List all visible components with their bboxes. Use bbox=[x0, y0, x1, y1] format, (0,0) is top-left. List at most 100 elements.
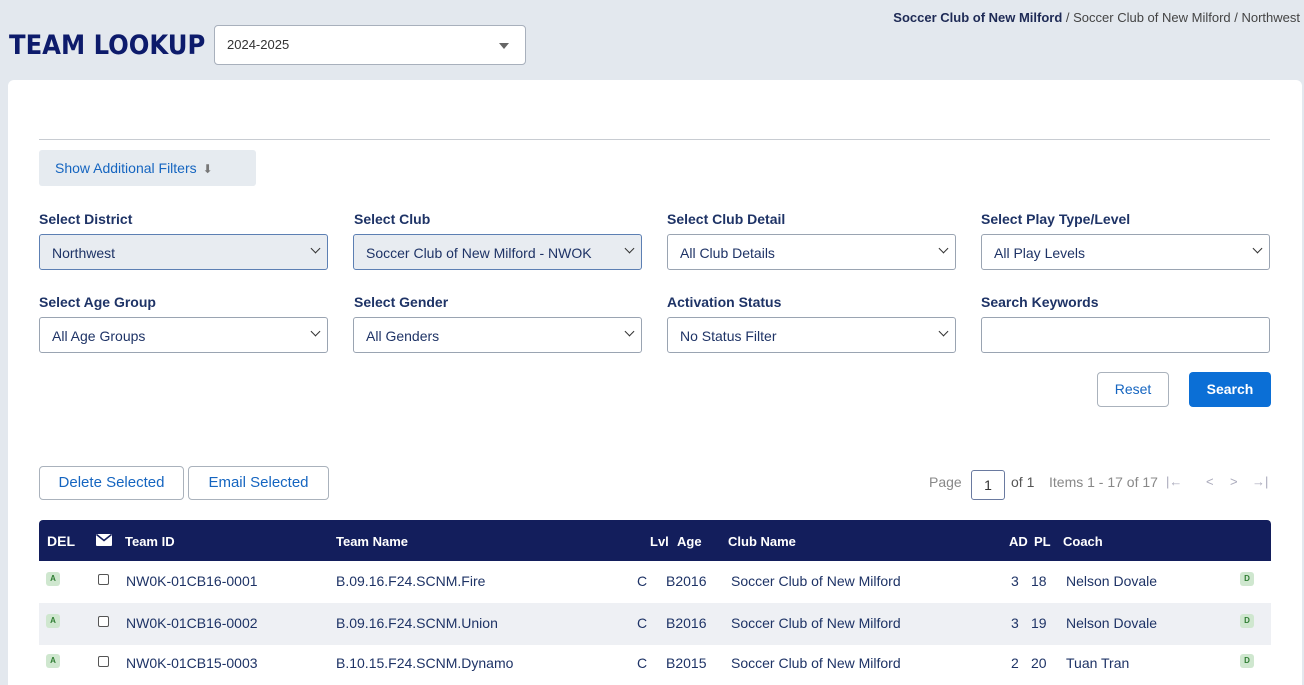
show-additional-filters-button[interactable]: Show Additional Filters ⬇︎ bbox=[39, 150, 256, 186]
club-name: Soccer Club of New Milford bbox=[731, 615, 901, 631]
table-row[interactable]: A NW0K-01CB16-0001 B.09.16.F24.SCNM.Fire… bbox=[39, 561, 1271, 603]
chevron-down-icon bbox=[310, 326, 321, 337]
col-ad[interactable]: AD bbox=[1009, 534, 1028, 549]
chevron-down-icon bbox=[1252, 243, 1263, 254]
col-pl[interactable]: PL bbox=[1034, 534, 1051, 549]
reset-button[interactable]: Reset bbox=[1097, 372, 1169, 407]
status-badge[interactable]: A bbox=[46, 614, 60, 628]
district-label: Select District bbox=[39, 211, 133, 227]
coach-name: Tuan Tran bbox=[1066, 655, 1130, 671]
team-id-link[interactable]: NW0K-01CB16-0001 bbox=[126, 573, 258, 589]
chevron-down-icon bbox=[938, 326, 949, 337]
club-name: Soccer Club of New Milford bbox=[731, 655, 901, 671]
row-checkbox[interactable] bbox=[98, 616, 109, 627]
play-type-label: Select Play Type/Level bbox=[981, 211, 1131, 227]
chevron-down-icon bbox=[310, 243, 321, 254]
col-club-name[interactable]: Club Name bbox=[728, 534, 796, 549]
pager-of: of 1 bbox=[1011, 474, 1035, 490]
play-type-select-value: All Play Levels bbox=[994, 245, 1086, 261]
team-name: B.10.15.F24.SCNM.Dynamo bbox=[336, 655, 514, 671]
pager-items: Items 1 - 17 of 17 bbox=[1049, 474, 1158, 490]
team-ad: 2 bbox=[1011, 655, 1019, 671]
double-chevron-down-icon: ⬇︎ bbox=[202, 162, 213, 176]
breadcrumb: Soccer Club of New Milford / Soccer Club… bbox=[893, 10, 1300, 25]
chevron-down-icon bbox=[624, 243, 635, 254]
season-select-value: 2024-2025 bbox=[227, 37, 290, 52]
filters-toggle-label: Show Additional Filters bbox=[55, 160, 197, 176]
club-select[interactable]: Soccer Club of New Milford - NWOK bbox=[353, 234, 642, 270]
search-keywords-label: Search Keywords bbox=[981, 294, 1099, 310]
team-age: B2015 bbox=[666, 655, 707, 671]
first-page-icon[interactable]: |← bbox=[1166, 474, 1182, 489]
club-detail-select-value: All Club Details bbox=[680, 245, 775, 261]
gender-select-value: All Genders bbox=[366, 328, 440, 344]
gender-label: Select Gender bbox=[354, 294, 449, 310]
team-lvl: C bbox=[637, 615, 648, 631]
coach-name: Nelson Dovale bbox=[1066, 615, 1158, 631]
chevron-down-icon bbox=[624, 326, 635, 337]
club-label: Select Club bbox=[354, 211, 431, 227]
district-select-value: Northwest bbox=[52, 245, 116, 261]
chevron-down-icon bbox=[938, 243, 949, 254]
team-ad: 3 bbox=[1011, 615, 1019, 631]
page-number-input[interactable]: 1 bbox=[971, 470, 1005, 500]
pager-page-label: Page bbox=[929, 474, 962, 490]
team-ad: 3 bbox=[1011, 573, 1019, 589]
gender-select[interactable]: All Genders bbox=[353, 317, 642, 353]
team-pl: 18 bbox=[1031, 573, 1047, 589]
last-page-icon[interactable]: →| bbox=[1252, 474, 1268, 489]
club-detail-label: Select Club Detail bbox=[667, 211, 786, 227]
age-group-label: Select Age Group bbox=[39, 294, 156, 310]
search-button[interactable]: Search bbox=[1189, 372, 1271, 407]
envelope-icon[interactable] bbox=[96, 534, 112, 546]
table-row[interactable]: A NW0K-01CB16-0002 B.09.16.F24.SCNM.Unio… bbox=[39, 603, 1271, 645]
club-detail-select[interactable]: All Club Details bbox=[667, 234, 956, 270]
col-coach[interactable]: Coach bbox=[1063, 534, 1103, 549]
activation-status-select[interactable]: No Status Filter bbox=[667, 317, 956, 353]
season-select[interactable]: 2024-2025 bbox=[214, 25, 526, 65]
action-badge[interactable]: D bbox=[1240, 572, 1254, 586]
club-select-value: Soccer Club of New Milford - NWOK bbox=[366, 245, 592, 261]
age-group-select[interactable]: All Age Groups bbox=[39, 317, 328, 353]
team-name: B.09.16.F24.SCNM.Fire bbox=[336, 573, 486, 589]
team-id-link[interactable]: NW0K-01CB15-0003 bbox=[126, 655, 258, 671]
table-header: DEL Team ID Team Name Lvl Age Club Name … bbox=[39, 520, 1271, 561]
team-lvl: C bbox=[637, 573, 648, 589]
action-badge[interactable]: D bbox=[1240, 654, 1254, 668]
table-row[interactable]: A NW0K-01CB15-0003 B.10.15.F24.SCNM.Dyna… bbox=[39, 643, 1271, 685]
breadcrumb-current[interactable]: Soccer Club of New Milford bbox=[893, 10, 1062, 25]
row-checkbox[interactable] bbox=[98, 656, 109, 667]
team-name: B.09.16.F24.SCNM.Union bbox=[336, 615, 498, 631]
row-checkbox[interactable] bbox=[98, 574, 109, 585]
divider bbox=[39, 139, 1270, 140]
action-badge[interactable]: D bbox=[1240, 614, 1254, 628]
status-badge[interactable]: A bbox=[46, 572, 60, 586]
play-type-select[interactable]: All Play Levels bbox=[981, 234, 1270, 270]
status-badge[interactable]: A bbox=[46, 654, 60, 668]
district-select[interactable]: Northwest bbox=[39, 234, 328, 270]
email-selected-button[interactable]: Email Selected bbox=[188, 466, 329, 500]
next-page-icon[interactable]: > bbox=[1230, 474, 1238, 489]
team-id-link[interactable]: NW0K-01CB16-0002 bbox=[126, 615, 258, 631]
prev-page-icon[interactable]: < bbox=[1206, 474, 1214, 489]
activation-status-label: Activation Status bbox=[667, 294, 782, 310]
team-age: B2016 bbox=[666, 615, 707, 631]
team-pl: 20 bbox=[1031, 655, 1047, 671]
breadcrumb-rest: / Soccer Club of New Milford / Northwest bbox=[1062, 10, 1300, 25]
activation-status-select-value: No Status Filter bbox=[680, 328, 777, 344]
col-team-id[interactable]: Team ID bbox=[125, 534, 175, 549]
col-lvl[interactable]: Lvl bbox=[650, 534, 669, 549]
team-pl: 19 bbox=[1031, 615, 1047, 631]
page-title: TEAM LOOKUP bbox=[9, 30, 206, 61]
team-age: B2016 bbox=[666, 573, 707, 589]
search-keywords-input[interactable] bbox=[981, 317, 1270, 353]
delete-selected-button[interactable]: Delete Selected bbox=[39, 466, 184, 500]
col-team-name[interactable]: Team Name bbox=[336, 534, 408, 549]
caret-down-icon bbox=[499, 43, 509, 49]
col-age[interactable]: Age bbox=[677, 534, 702, 549]
col-del[interactable]: DEL bbox=[47, 533, 75, 549]
team-lvl: C bbox=[637, 655, 648, 671]
coach-name: Nelson Dovale bbox=[1066, 573, 1158, 589]
club-name: Soccer Club of New Milford bbox=[731, 573, 901, 589]
age-group-select-value: All Age Groups bbox=[52, 328, 146, 344]
